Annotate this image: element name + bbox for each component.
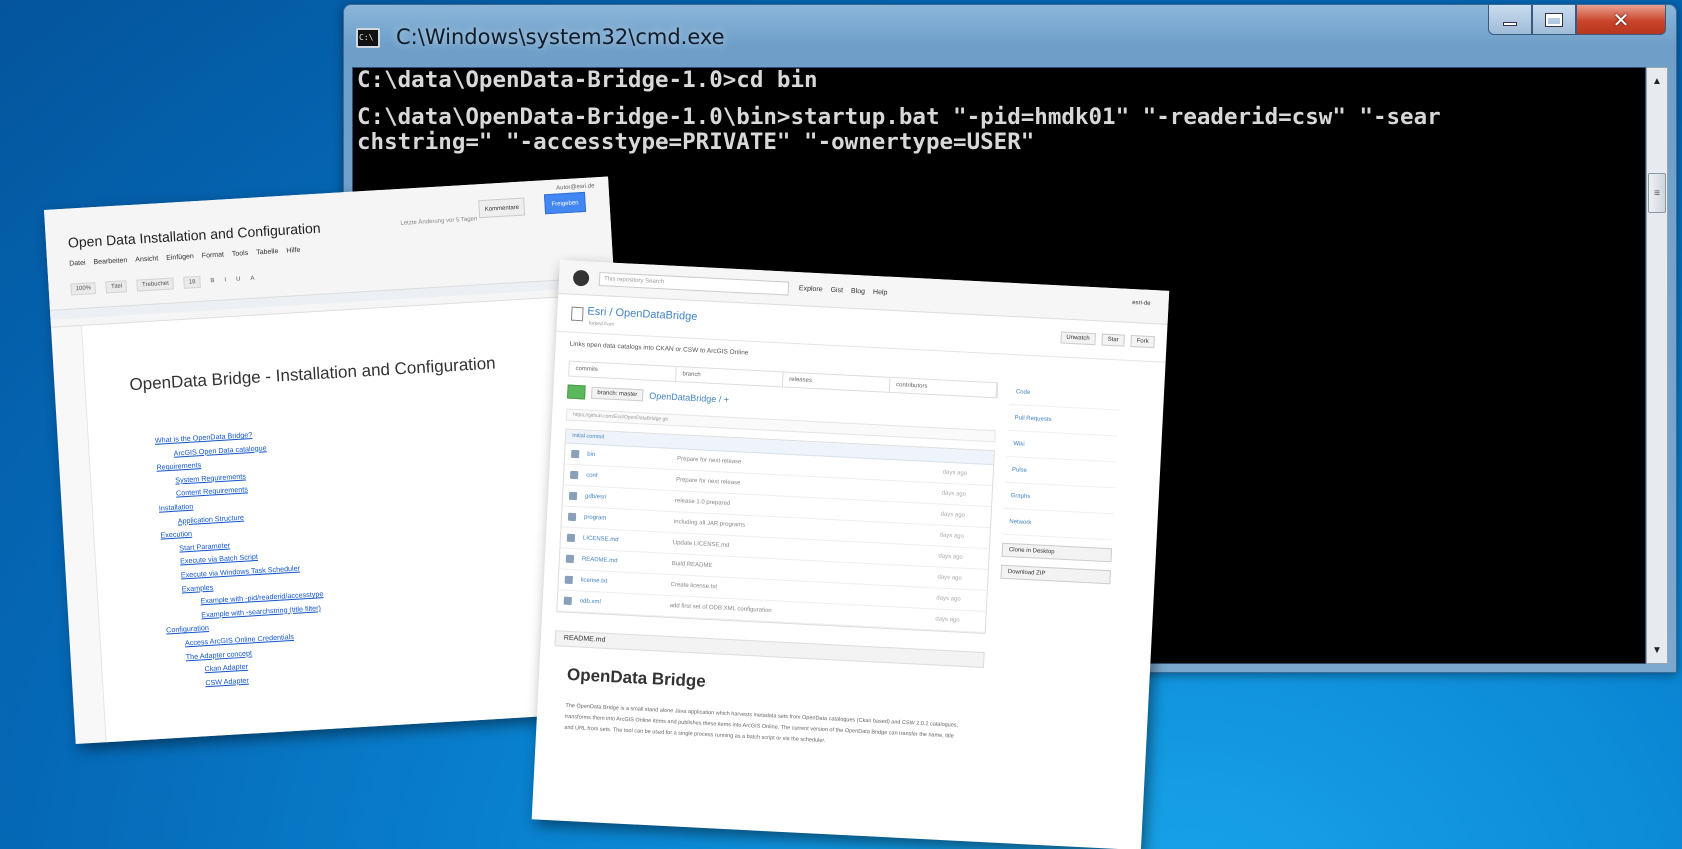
github-screenshot: This repository Search Explore Gist Blog… (531, 260, 1170, 849)
file-list: Initial commit bin Prepare for next relea… (556, 428, 995, 635)
close-button[interactable]: ✕ (1576, 5, 1666, 35)
file-age: days ago (935, 616, 960, 624)
github-nav: Explore Gist Blog Help (799, 285, 888, 296)
file-name[interactable]: README.md (582, 556, 672, 567)
readme-text: The OpenData Bridge is a small stand alo… (564, 702, 959, 745)
readme-header: README.md (554, 630, 985, 668)
repo-sidebar: Code Pull Requests Wiki Pulse Graphs Network C… (1000, 378, 1121, 585)
maximize-button[interactable] (1532, 5, 1576, 35)
font-size-select[interactable]: 18 (183, 275, 201, 289)
menu-table[interactable]: Tabelle (256, 248, 279, 256)
zoom-select[interactable]: 100% (70, 282, 97, 296)
nav-blog[interactable]: Blog (851, 288, 865, 296)
window-title: C:\Windows\system32\cmd.exe (396, 25, 725, 49)
file-name[interactable]: gdb/esri (585, 494, 675, 505)
underline-button[interactable]: U (236, 276, 241, 282)
italic-button[interactable]: I (224, 277, 226, 283)
menu-edit[interactable]: Bearbeiten (93, 257, 127, 266)
console-line: C:\data\OpenData-Bridge-1.0>cd bin (357, 67, 818, 93)
repo-icon (570, 306, 584, 322)
readme-title: OpenData Bridge (566, 664, 707, 691)
share-button[interactable]: Freigeben (543, 191, 587, 215)
cmd-app-icon[interactable]: C:\ (356, 28, 380, 48)
menu-insert[interactable]: Einfügen (166, 253, 194, 262)
file-icon (566, 533, 576, 543)
menu-file[interactable]: Datei (69, 260, 86, 268)
style-select[interactable]: Titel (105, 280, 128, 294)
file-icon (569, 470, 579, 480)
scroll-up-arrow-icon[interactable]: ▲ (1647, 70, 1667, 92)
minimize-icon (1503, 21, 1517, 26)
star-button[interactable]: Star (1101, 333, 1125, 347)
font-select[interactable]: Trebuchet (136, 277, 175, 292)
search-input[interactable]: This repository Search (598, 271, 790, 296)
file-icon (567, 512, 577, 522)
file-age: days ago (939, 532, 965, 540)
console-line: chstring=" "-accesstype=PRIVATE" "-owner… (357, 129, 1035, 155)
file-name[interactable]: bin (587, 452, 677, 463)
scroll-down-arrow-icon[interactable]: ▼ (1647, 639, 1667, 661)
download-zip-button[interactable]: Download ZIP (1000, 564, 1112, 585)
stat-releases[interactable]: releases (782, 372, 891, 392)
repo-actions: Unwatch Star Fork (1060, 331, 1155, 349)
document-title[interactable]: Open Data Installation and Configuration (68, 220, 321, 251)
title-bar[interactable]: C:\ C:\Windows\system32\cmd.exe ✕ (344, 5, 1676, 67)
console-line: C:\data\OpenData-Bridge-1.0\bin>startup.… (357, 104, 1441, 130)
repo-fork-note: forked from (588, 320, 615, 328)
file-age: days ago (936, 595, 961, 603)
vertical-scrollbar[interactable]: ▲ ≡ ▼ (1646, 67, 1668, 664)
menu-tools[interactable]: Tools (232, 250, 249, 258)
github-logo-icon[interactable] (572, 269, 590, 286)
fork-button[interactable]: Fork (1130, 334, 1155, 349)
file-name[interactable]: program (584, 515, 674, 526)
sidebar-item-network[interactable]: Network (1002, 508, 1114, 541)
last-edit-status[interactable]: Letzte Änderung vor 5 Tagen (400, 216, 477, 227)
window-controls: ✕ (1488, 5, 1666, 35)
table-of-contents: What is the OpenData Bridge? ArcGIS Open … (154, 424, 328, 691)
file-age: days ago (942, 469, 968, 477)
scroll-thumb[interactable]: ≡ (1648, 173, 1666, 213)
repo-description: Links open data catalogs into CKAN or CS… (569, 340, 749, 357)
user-menu[interactable]: esri-de (1132, 300, 1151, 307)
user-email: Autor@esri.de (556, 183, 595, 192)
menu-format[interactable]: Format (202, 251, 225, 259)
file-name[interactable]: LICENSE.md (583, 536, 673, 547)
compare-button[interactable] (567, 384, 586, 400)
docs-menu-bar: Datei Bearbeiten Ansicht Einfügen Format… (69, 247, 301, 268)
file-name[interactable]: license.txt (581, 577, 671, 588)
stat-commits[interactable]: commits (569, 361, 677, 382)
file-icon (571, 449, 580, 459)
file-icon (565, 554, 575, 564)
file-name[interactable]: odb.xml (580, 598, 670, 609)
nav-help[interactable]: Help (873, 289, 888, 297)
stat-branches[interactable]: branch (676, 367, 784, 387)
comments-button[interactable]: Kommentare (478, 197, 526, 219)
file-age: days ago (937, 574, 962, 582)
file-icon (568, 491, 578, 501)
branch-bar: branch: master OpenDataBridge / + (567, 384, 729, 407)
clone-desktop-button[interactable]: Clone in Desktop (1001, 542, 1113, 563)
stat-contributors[interactable]: contributors (889, 377, 998, 398)
breadcrumb[interactable]: OpenDataBridge / + (649, 391, 729, 405)
file-age: days ago (938, 553, 963, 561)
unwatch-button[interactable]: Unwatch (1060, 331, 1096, 346)
bold-button[interactable]: B (210, 278, 214, 284)
file-icon (564, 575, 574, 585)
file-name[interactable]: conf (586, 473, 676, 484)
document-heading: OpenData Bridge - Installation and Confi… (128, 353, 497, 395)
menu-help[interactable]: Hilfe (286, 247, 300, 255)
file-icon (563, 596, 572, 606)
close-icon: ✕ (1612, 7, 1630, 32)
document-page[interactable]: OpenData Bridge - Installation and Confi… (80, 296, 610, 743)
minimize-button[interactable] (1488, 5, 1532, 35)
maximize-icon (1545, 12, 1563, 27)
nav-explore[interactable]: Explore (799, 285, 823, 293)
file-age: days ago (940, 511, 966, 519)
text-color-button[interactable]: A (250, 276, 254, 282)
file-age: days ago (941, 490, 967, 498)
menu-view[interactable]: Ansicht (135, 255, 158, 263)
nav-gist[interactable]: Gist (830, 287, 843, 295)
branch-select[interactable]: branch: master (591, 386, 644, 402)
